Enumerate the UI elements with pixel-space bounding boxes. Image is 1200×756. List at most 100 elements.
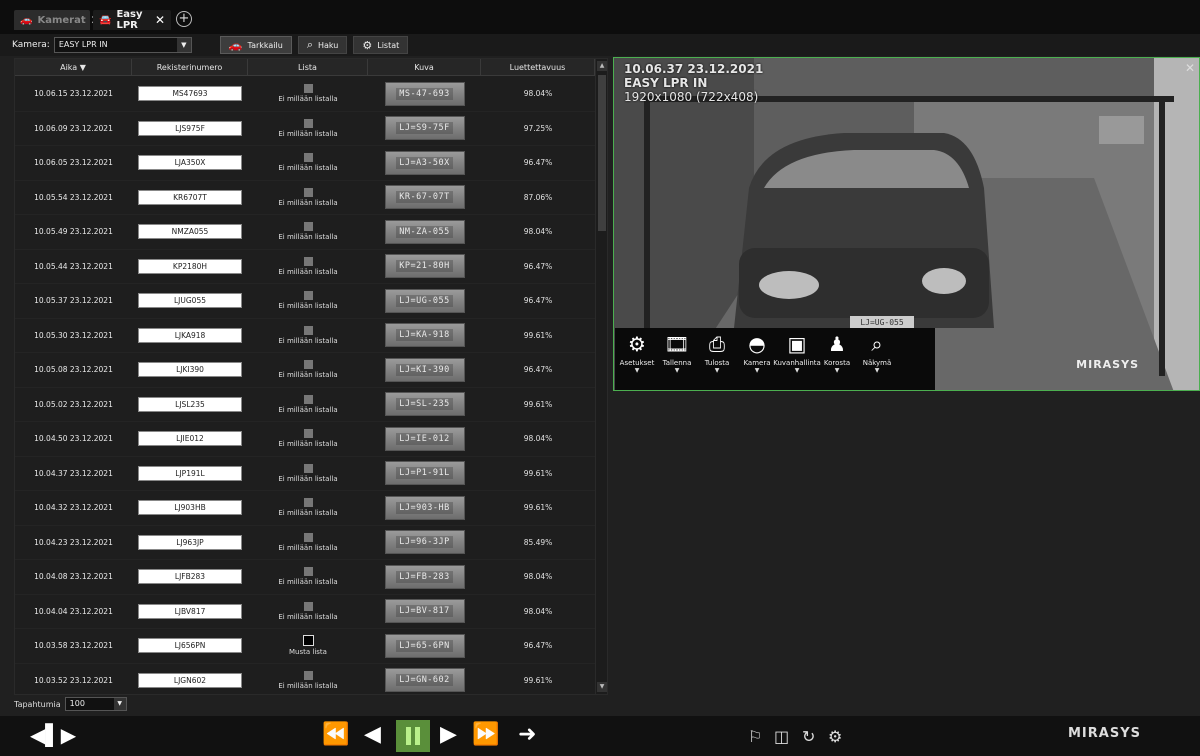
time-text: 10.05.54 23.12.2021 [34, 192, 113, 202]
plate-number[interactable]: LJBV817 [138, 603, 242, 619]
plate-number[interactable]: KR6707T [138, 189, 242, 205]
table-row[interactable]: 10.04.50 23.12.2021 LJIE012 Ei millään l… [15, 422, 595, 457]
plate-number[interactable]: LJSL235 [138, 396, 242, 412]
video-tool-kamera[interactable]: ◓ Kamera ▼ [737, 332, 777, 374]
table-row[interactable]: 10.05.02 23.12.2021 LJSL235 Ei millään l… [15, 388, 595, 422]
plate-thumbnail[interactable]: NM-ZA-055 [384, 219, 465, 244]
step-frames-icon[interactable]: ◀▌▶ [30, 720, 76, 750]
video-tool-tulosta[interactable]: ⎙ Tulosta ▼ [697, 332, 737, 374]
plate-thumbnail[interactable]: KR-67-07T [384, 185, 465, 210]
header-kuva[interactable]: Kuva [368, 59, 481, 75]
table-row[interactable]: 10.05.30 23.12.2021 LJKA918 Ei millään l… [15, 319, 595, 353]
header-rekisterinumero[interactable]: Rekisterinumero [132, 59, 248, 75]
time-text: 10.04.08 23.12.2021 [34, 572, 113, 582]
add-tab-icon[interactable]: + [176, 11, 192, 27]
header-luettavuus[interactable]: Luettettavuus [481, 59, 595, 75]
tab-easy-lpr[interactable]: 🚘 Easy LPR ✕ [93, 9, 171, 31]
plate-thumbnail[interactable]: LJ=FB-283 [384, 564, 465, 589]
time-text: 10.04.23 23.12.2021 [34, 537, 113, 547]
layout-icon[interactable]: ◫ [774, 722, 789, 752]
plate-number[interactable]: LJS975F [138, 120, 242, 136]
scroll-up-icon[interactable]: ▲ [597, 61, 607, 71]
plate-thumbnail[interactable]: LJ=SL-235 [384, 392, 465, 417]
table-row[interactable]: 10.06.05 23.12.2021 LJA350X Ei millään l… [15, 146, 595, 181]
table-row[interactable]: 10.03.58 23.12.2021 LJ656PN Musta lista … [15, 629, 595, 664]
table-row[interactable]: 10.05.44 23.12.2021 KP2180H Ei millään l… [15, 250, 595, 284]
plate-thumbnail[interactable]: KP=21-80H [384, 254, 465, 279]
table-row[interactable]: 10.05.54 23.12.2021 KR6707T Ei millään l… [15, 181, 595, 215]
step-back-icon[interactable]: ◀ [364, 720, 381, 750]
events-select[interactable]: 100 ▼ [64, 697, 127, 711]
play-icon[interactable]: ▶ [440, 720, 457, 750]
table-row[interactable]: 10.04.37 23.12.2021 LJP191L Ei millään l… [15, 457, 595, 491]
plate-thumbnail[interactable]: LJ=P1-91L [384, 461, 465, 486]
plate-number[interactable]: LJFB283 [138, 569, 242, 585]
plate-number[interactable]: LJUG055 [138, 293, 242, 309]
scroll-thumb[interactable] [598, 75, 606, 231]
plate-thumbnail[interactable]: LJ=A3-50X [384, 150, 465, 175]
plate-thumbnail[interactable]: LJ=KA-918 [384, 323, 465, 348]
plate-number[interactable]: LJKI390 [138, 362, 242, 378]
table-row[interactable]: 10.06.15 23.12.2021 MS47693 Ei millään l… [15, 77, 595, 112]
table-row[interactable]: 10.04.32 23.12.2021 LJ903HB Ei millään l… [15, 491, 595, 526]
table-row[interactable]: 10.04.04 23.12.2021 LJBV817 Ei millään l… [15, 595, 595, 629]
pause-button[interactable] [396, 720, 430, 752]
readability-cell: 96.47% [481, 284, 595, 318]
plate-number[interactable]: LJIE012 [138, 431, 242, 447]
table-scrollbar[interactable]: ▲ ▼ [595, 59, 607, 694]
readability-cell: 99.61% [481, 457, 595, 491]
plate-thumbnail[interactable]: LJ=903-HB [384, 495, 465, 520]
tarkkailu-button[interactable]: 🚗 Tarkkailu [219, 36, 292, 54]
bookmark-icon[interactable]: ⚐ [748, 722, 762, 752]
plate-number[interactable]: LJP191L [138, 465, 242, 481]
table-row[interactable]: 10.05.37 23.12.2021 LJUG055 Ei millään l… [15, 284, 595, 319]
plate-thumbnail[interactable]: LJ=IE-012 [384, 426, 465, 451]
video-tool-näkymä[interactable]: ⌕ Näkymä ▼ [857, 332, 897, 374]
plate-number[interactable]: KP2180H [138, 258, 242, 274]
table-row[interactable]: 10.05.08 23.12.2021 LJKI390 Ei millään l… [15, 353, 595, 388]
plate-number[interactable]: LJKA918 [138, 327, 242, 343]
table-row[interactable]: 10.04.23 23.12.2021 LJ963JP Ei millään l… [15, 526, 595, 560]
tab-kamerat[interactable]: 🚗 Kamerat ✕ [14, 10, 101, 30]
plate-thumbnail[interactable]: LJ=65-6PN [384, 633, 465, 658]
video-tool-korosta[interactable]: ♟ Korosta ▼ [817, 332, 857, 374]
list-status: Ei millään listalla [278, 371, 338, 380]
plate-number[interactable]: LJ903HB [138, 500, 242, 516]
plate-thumbnail[interactable]: LJ=S9-75F [384, 116, 465, 141]
list-cell: Ei millään listalla [248, 112, 368, 146]
table-row[interactable]: 10.05.49 23.12.2021 NMZA055 Ei millään l… [15, 215, 595, 250]
plate-number[interactable]: LJ963JP [138, 534, 242, 550]
table-row[interactable]: 10.06.09 23.12.2021 LJS975F Ei millään l… [15, 112, 595, 146]
header-lista[interactable]: Lista [248, 59, 368, 75]
time-text: 10.05.02 23.12.2021 [34, 399, 113, 409]
plate-thumbnail[interactable]: LJ=KI-390 [384, 357, 465, 382]
plate-thumbnail[interactable]: LJ=GN-602 [384, 668, 465, 693]
table-body: 10.06.15 23.12.2021 MS47693 Ei millään l… [15, 77, 595, 695]
fast-rewind-icon[interactable]: ⏪ [322, 720, 349, 750]
settings-icon[interactable]: ⚙ [828, 722, 842, 752]
plate-thumbnail[interactable]: LJ=UG-055 [384, 288, 465, 313]
live-arrow-icon[interactable]: ➜ [518, 720, 536, 750]
close-icon[interactable]: ✕ [1185, 61, 1195, 75]
plate-thumbnail[interactable]: LJ=BV-817 [384, 599, 465, 624]
video-tool-tallenna[interactable]: 🎞 Tallenna ▼ [657, 332, 697, 374]
plate-number[interactable]: LJA350X [138, 155, 242, 171]
plate-number[interactable]: MS47693 [138, 86, 242, 102]
video-tool-asetukset[interactable]: ⚙ Asetukset ▼ [617, 332, 657, 374]
haku-button[interactable]: ⌕ Haku [297, 36, 348, 54]
plate-thumbnail[interactable]: MS-47-693 [384, 81, 465, 106]
listat-button[interactable]: ⚙ Listat [353, 36, 409, 54]
fast-forward-icon[interactable]: ⏩ [472, 720, 499, 750]
scroll-down-icon[interactable]: ▼ [597, 682, 607, 692]
table-row[interactable]: 10.04.08 23.12.2021 LJFB283 Ei millään l… [15, 560, 595, 595]
close-icon[interactable]: ✕ [155, 13, 165, 27]
camera-select[interactable]: EASY LPR IN ▼ [53, 37, 192, 53]
plate-number[interactable]: LJ656PN [138, 638, 242, 654]
plate-number[interactable]: LJGN602 [138, 672, 242, 688]
table-row[interactable]: 10.03.52 23.12.2021 LJGN602 Ei millään l… [15, 664, 595, 695]
video-tool-kuvanhallinta[interactable]: ▣ Kuvanhallinta ▼ [773, 332, 821, 374]
plate-number[interactable]: NMZA055 [138, 224, 242, 240]
refresh-icon[interactable]: ↻ [802, 722, 815, 752]
header-aika[interactable]: Aika ▼ [15, 59, 132, 75]
plate-thumbnail[interactable]: LJ=96-3JP [384, 530, 465, 555]
